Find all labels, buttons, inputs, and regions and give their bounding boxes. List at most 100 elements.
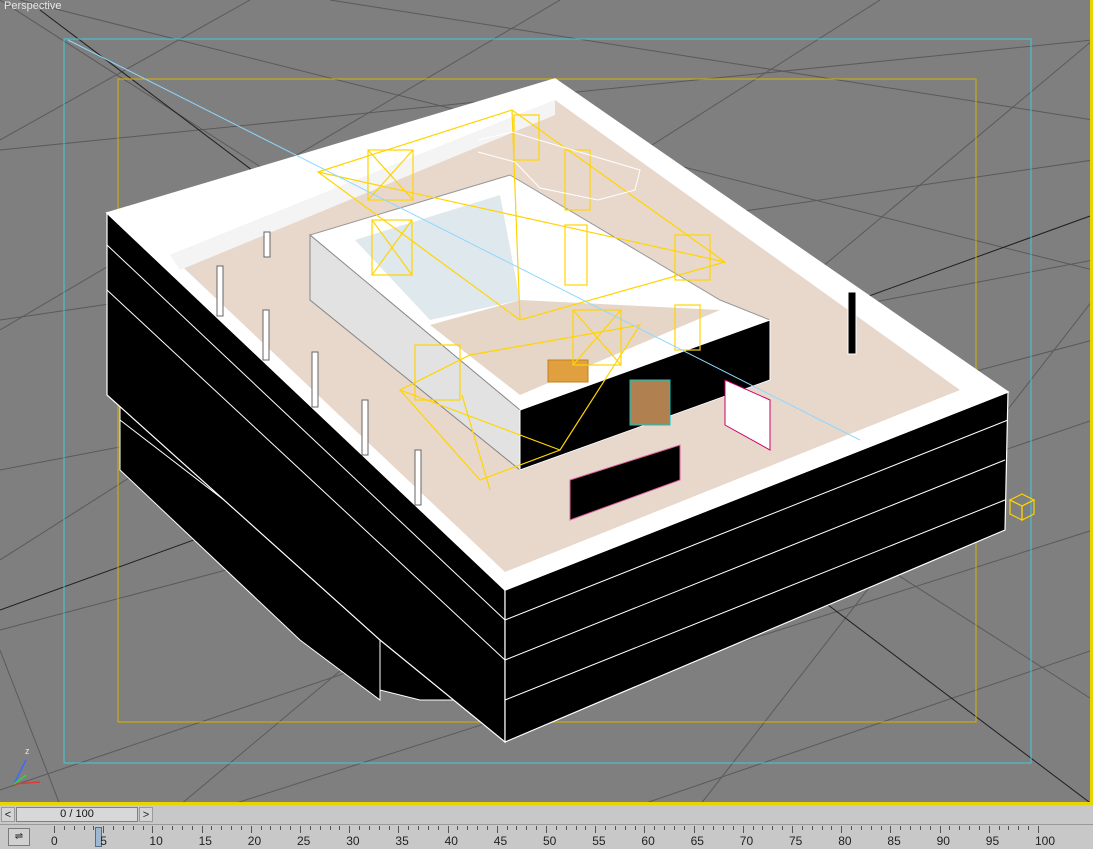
ruler-tick-label: 60 bbox=[641, 834, 655, 848]
ruler-tick-mark bbox=[742, 826, 744, 833]
ruler-tick-mark bbox=[359, 826, 361, 830]
time-slider-bar: < 0 / 100 > bbox=[0, 806, 1093, 824]
ruler-tick-mark bbox=[122, 826, 124, 830]
building-main-block[interactable] bbox=[105, 78, 1010, 744]
ruler-tick-mark bbox=[929, 826, 931, 830]
ruler-tick-mark bbox=[319, 826, 321, 830]
ruler-tick-label: 25 bbox=[297, 834, 311, 848]
ruler-tick-mark bbox=[693, 826, 695, 833]
ruler-tick-label: 5 bbox=[100, 834, 107, 848]
viewport-label[interactable]: Perspective bbox=[4, 0, 61, 12]
ruler-tick-label: 90 bbox=[936, 834, 950, 848]
ruler-tick-mark bbox=[250, 826, 252, 833]
ruler-tick-mark bbox=[398, 826, 400, 833]
ruler-tick-mark bbox=[231, 826, 233, 830]
ruler-tick-label: 40 bbox=[444, 834, 458, 848]
ruler-tick-mark bbox=[939, 826, 941, 833]
ruler-tick-mark bbox=[113, 826, 115, 830]
ruler-tick-label: 0 bbox=[51, 834, 58, 848]
ruler-tick-mark bbox=[378, 826, 380, 830]
ruler-tick-mark bbox=[300, 826, 301, 833]
ruler-tick-mark bbox=[270, 826, 272, 830]
ruler-tick-mark bbox=[752, 826, 754, 830]
ruler-tick-mark bbox=[585, 826, 587, 830]
ruler-tick-mark bbox=[673, 826, 675, 830]
ruler-tick-mark bbox=[516, 826, 518, 830]
ruler-tick-label: 75 bbox=[789, 834, 803, 848]
ruler-tick-mark bbox=[496, 826, 498, 833]
ruler-tick-mark bbox=[900, 826, 902, 830]
ruler-tick-mark bbox=[54, 826, 55, 833]
ruler-tick-mark bbox=[811, 826, 813, 830]
ruler-tick-mark bbox=[437, 826, 439, 830]
ruler-tick-mark bbox=[732, 826, 734, 830]
ruler-tick-mark bbox=[506, 826, 508, 830]
ruler-tick-mark bbox=[831, 826, 833, 830]
ruler-tick-mark bbox=[280, 826, 282, 830]
ruler-tick-mark bbox=[467, 826, 469, 830]
ruler-tick-mark bbox=[634, 826, 636, 830]
ruler-tick-label: 20 bbox=[247, 834, 262, 848]
ruler-tick-mark bbox=[792, 826, 793, 833]
ruler-tick-mark bbox=[427, 826, 429, 830]
ruler-tick-mark bbox=[860, 826, 862, 830]
ruler-tick-label: 50 bbox=[543, 834, 557, 848]
key-curve-icon[interactable]: ⇌ bbox=[8, 828, 30, 846]
ruler-tick-mark bbox=[723, 826, 725, 830]
ruler-tick-mark bbox=[536, 826, 538, 830]
ruler-tick-label: 35 bbox=[395, 834, 409, 848]
ruler-tick-label: 10 bbox=[149, 834, 163, 848]
ruler-tick-mark bbox=[841, 826, 843, 833]
ruler-tick-mark bbox=[605, 826, 607, 830]
ruler-tick-mark bbox=[949, 826, 951, 830]
ruler-tick-mark bbox=[1008, 826, 1010, 830]
ruler-tick-mark bbox=[624, 826, 626, 830]
ruler-tick-mark bbox=[998, 826, 1000, 830]
ruler-tick-label: 70 bbox=[739, 834, 754, 848]
ruler-tick-mark bbox=[63, 826, 65, 830]
ruler-tick-mark bbox=[408, 826, 410, 830]
ruler-tick-mark bbox=[447, 826, 449, 833]
ruler-tick-mark bbox=[221, 826, 223, 830]
time-slider-thumb[interactable]: 0 / 100 bbox=[16, 807, 138, 822]
ruler-tick-mark bbox=[260, 826, 262, 830]
ruler-tick-label: 30 bbox=[346, 834, 360, 848]
ruler-tick-mark bbox=[614, 826, 616, 830]
viewport-scene[interactable]: z bbox=[0, 0, 1093, 805]
next-frame-button[interactable]: > bbox=[139, 807, 153, 822]
ruler-tick-mark bbox=[870, 826, 872, 830]
ruler-tick-mark bbox=[890, 826, 892, 833]
ruler-tick-mark bbox=[486, 826, 488, 830]
ruler-tick-mark bbox=[457, 826, 459, 830]
axis-z-label: z bbox=[25, 746, 30, 756]
ruler-tick-mark bbox=[388, 826, 390, 830]
track-bar[interactable]: ⇌ 0 5 10 15 20 25 30 35 40 45 50 55 60 65 70 75 80 85 90 95… bbox=[0, 824, 1093, 849]
ruler-tick-mark bbox=[73, 826, 75, 830]
ruler-tick-mark bbox=[162, 826, 164, 830]
ruler-tick-mark bbox=[546, 826, 547, 833]
ruler-tick-mark bbox=[919, 826, 921, 830]
ruler-tick-label: 95 bbox=[985, 834, 1000, 848]
ruler-tick-label: 100 bbox=[1035, 834, 1056, 848]
ruler-tick-mark bbox=[172, 826, 174, 830]
ruler-tick-mark bbox=[181, 826, 183, 830]
ruler-tick-mark bbox=[654, 826, 656, 830]
cube-icon[interactable] bbox=[1008, 493, 1036, 521]
prev-frame-button[interactable]: < bbox=[1, 807, 15, 822]
ruler-tick-mark bbox=[959, 826, 961, 830]
ruler-tick-mark bbox=[772, 826, 774, 830]
ruler-tick-mark bbox=[201, 826, 203, 833]
ruler-tick-mark bbox=[1028, 826, 1030, 830]
ruler-tick-mark bbox=[191, 826, 193, 830]
ruler-tick-mark bbox=[664, 826, 666, 830]
timeline-ruler[interactable]: 0 5 10 15 20 25 30 35 40 45 50 55 60 65 70 75 80 85 90 95 10… bbox=[46, 825, 1093, 849]
ruler-tick-mark bbox=[1038, 826, 1039, 833]
ruler-tick-mark bbox=[821, 826, 823, 830]
ruler-tick-mark bbox=[851, 826, 853, 830]
ruler-tick-mark bbox=[349, 826, 351, 833]
perspective-viewport[interactable]: z Perspective bbox=[0, 0, 1093, 805]
ruler-tick-mark bbox=[339, 826, 341, 830]
ruler-tick-mark bbox=[978, 826, 980, 830]
ruler-tick-mark bbox=[103, 826, 105, 833]
ruler-tick-mark bbox=[477, 826, 479, 830]
